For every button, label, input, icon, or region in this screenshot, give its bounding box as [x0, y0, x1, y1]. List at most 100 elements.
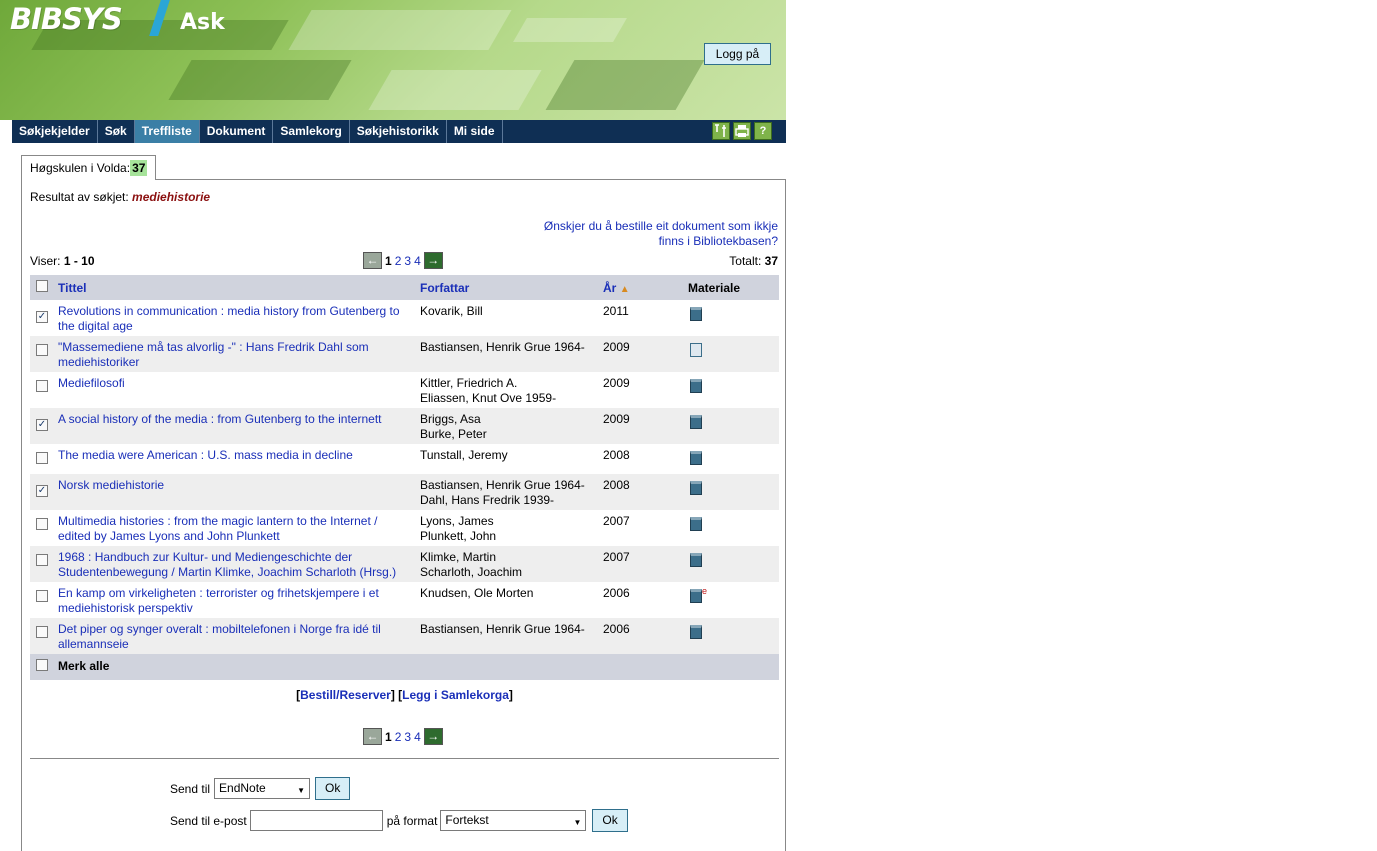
row-select-cell: ✓ [30, 300, 54, 336]
library-tab-label: Høgskulen i Volda: [30, 161, 131, 175]
nav-item-samlekorg[interactable]: Samlekorg [273, 120, 350, 143]
row-checkbox[interactable]: ✓ [36, 485, 48, 497]
article-icon[interactable] [690, 343, 702, 357]
result-authors: Kovarik, Bill [416, 300, 599, 336]
page-link-2[interactable]: 2 [395, 254, 402, 268]
library-tab[interactable]: Høgskulen i Volda: 37 [21, 155, 157, 180]
help-icon[interactable]: ? [754, 122, 772, 140]
result-title-link[interactable]: 1968 : Handbuch zur Kultur- und Medienge… [54, 546, 416, 582]
book-icon[interactable] [690, 415, 702, 429]
send-email-label: Send til e-post [170, 813, 247, 828]
tools-icon[interactable] [712, 122, 730, 140]
row-checkbox[interactable] [36, 344, 48, 356]
result-year: 2009 [599, 408, 684, 444]
result-title-link[interactable]: The media were American : U.S. mass medi… [54, 444, 416, 474]
nav-item-sok[interactable]: Søk [98, 120, 135, 143]
row-checkbox[interactable] [36, 554, 48, 566]
row-checkbox[interactable] [36, 518, 48, 530]
ebook-icon[interactable] [690, 584, 707, 603]
result-title-link[interactable]: Multimedia histories : from the magic la… [54, 510, 416, 546]
book-icon[interactable] [690, 307, 702, 321]
next-page-arrow-icon[interactable]: → [423, 728, 443, 745]
email-format-select[interactable]: Fortekst [440, 810, 587, 831]
search-query: mediehistorie [132, 190, 211, 204]
export-format-select[interactable]: EndNote [214, 778, 311, 799]
page-link-1[interactable]: 1 [385, 730, 392, 744]
login-button[interactable]: Logg på [704, 43, 771, 65]
print-icon[interactable] [733, 122, 751, 140]
book-icon[interactable] [690, 517, 702, 531]
book-icon[interactable] [690, 625, 702, 639]
banner-decoration [545, 60, 705, 110]
row-select-cell [30, 618, 54, 654]
row-select-cell [30, 336, 54, 372]
result-title-link[interactable]: Revolutions in communication : media his… [54, 300, 416, 336]
nav-item-sokjekjelder[interactable]: Søkjekjelder [12, 120, 98, 143]
table-row: ✓ Norsk mediehistorie Bastiansen, Henrik G… [30, 474, 779, 510]
banner-decoration [168, 60, 352, 100]
table-row: The media were American : U.S. mass medi… [30, 444, 779, 474]
order-reserve-link[interactable]: Bestill/Reserver [300, 688, 391, 702]
showing-value: 1 - 10 [63, 254, 95, 268]
nav-item-dokument[interactable]: Dokument [200, 120, 274, 143]
search-result-label: Resultat av søkjet: mediehistorie [30, 190, 210, 204]
result-title-link[interactable]: "Massemediene må tas alvorlig -" : Hans … [54, 336, 416, 372]
result-authors: Bastiansen, Henrik Grue 1964- [416, 336, 599, 372]
next-page-arrow-icon[interactable]: → [423, 252, 443, 269]
nav-item-sokjehistorikk[interactable]: Søkjehistorikk [350, 120, 447, 143]
row-checkbox[interactable] [36, 590, 48, 602]
page-link-3[interactable]: 3 [404, 730, 411, 744]
author-name: Lyons, James [420, 514, 494, 528]
result-title-link[interactable]: Det piper og synger overalt : mobiltelef… [54, 618, 416, 654]
column-header-year[interactable]: År ▲ [599, 275, 684, 300]
mark-all-checkbox[interactable] [36, 659, 48, 671]
row-checkbox[interactable] [36, 380, 48, 392]
book-icon[interactable] [690, 451, 702, 465]
banner-decoration [288, 10, 512, 50]
prev-page-arrow-icon[interactable]: ← [363, 252, 382, 269]
banner-decoration [368, 70, 542, 110]
book-icon[interactable] [690, 481, 702, 495]
select-all-header [30, 275, 54, 300]
send-to-ok-button[interactable]: Ok [315, 777, 351, 800]
row-checkbox[interactable] [36, 452, 48, 464]
select-all-checkbox[interactable] [36, 280, 48, 292]
column-header-author[interactable]: Forfattar [416, 275, 599, 300]
total-label: Totalt: [729, 254, 762, 268]
result-material [684, 408, 779, 444]
add-to-basket-link[interactable]: Legg i Samlekorga [402, 688, 509, 702]
column-header-title[interactable]: Tittel [54, 275, 416, 300]
result-title-link[interactable]: A social history of the media : from Gut… [54, 408, 416, 444]
email-field[interactable] [249, 810, 383, 831]
result-material [684, 372, 779, 408]
book-icon[interactable] [690, 379, 702, 393]
nav-item-mi-side[interactable]: Mi side [447, 120, 503, 143]
row-select-cell: ✓ [30, 474, 54, 510]
showing-range: Viser: 1 - 10 [30, 254, 95, 268]
result-title-link[interactable]: En kamp om virkeligheten : terrorister o… [54, 582, 416, 618]
app-title: Ask [180, 10, 225, 35]
send-email-ok-button[interactable]: Ok [592, 809, 628, 832]
author-name: Bastiansen, Henrik Grue 1964- [420, 622, 585, 636]
page-link-4[interactable]: 4 [414, 730, 421, 744]
page-link-4[interactable]: 4 [414, 254, 421, 268]
book-icon[interactable] [690, 553, 702, 567]
result-material [684, 474, 779, 510]
order-missing-document-link[interactable]: Ønskjer du å bestille eit dokument som i… [538, 219, 778, 249]
page-link-1[interactable]: 1 [385, 254, 392, 268]
page-link-3[interactable]: 3 [404, 254, 411, 268]
page-link-2[interactable]: 2 [395, 730, 402, 744]
row-checkbox[interactable] [36, 626, 48, 638]
result-title-link[interactable]: Norsk mediehistorie [54, 474, 416, 510]
nav-item-treffliste[interactable]: Treffliste [134, 120, 200, 143]
table-row: Multimedia histories : from the magic la… [30, 510, 779, 546]
nav-tools: ? [712, 122, 772, 140]
result-title-link[interactable]: Mediefilosofi [54, 372, 416, 408]
bibsys-logo[interactable]: BIBSYS [10, 2, 123, 36]
result-material [684, 618, 779, 654]
prev-page-arrow-icon[interactable]: ← [363, 728, 382, 745]
result-year: 2009 [603, 376, 630, 390]
row-checkbox[interactable]: ✓ [36, 419, 48, 431]
row-checkbox[interactable]: ✓ [36, 311, 48, 323]
pager-bottom: ← 1 2 3 4 → [363, 728, 443, 745]
